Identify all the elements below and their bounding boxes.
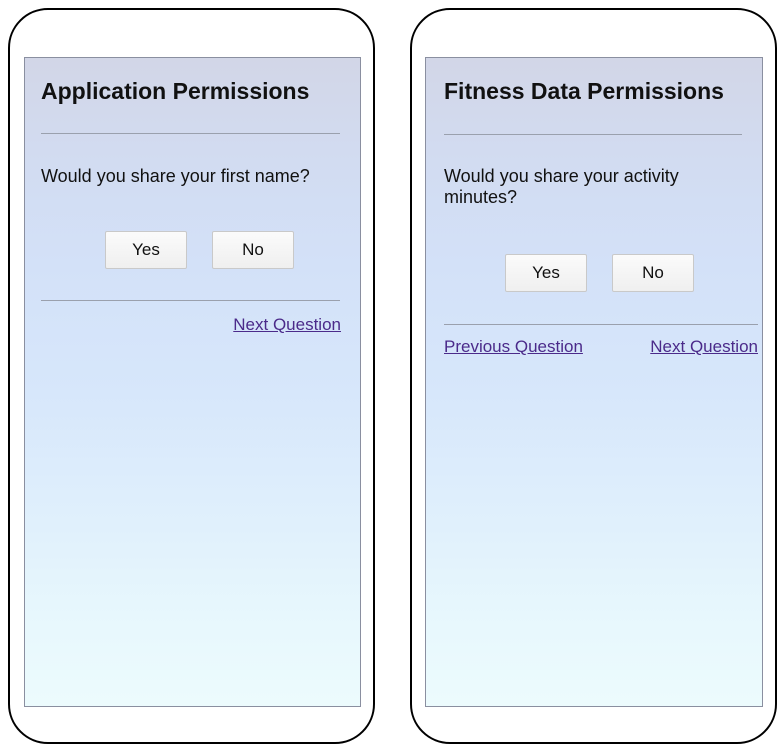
- page-title: Application Permissions: [41, 78, 310, 104]
- yes-button[interactable]: Yes: [105, 231, 187, 269]
- next-question-link[interactable]: Next Question: [650, 337, 758, 357]
- no-button[interactable]: No: [212, 231, 294, 269]
- divider-bottom: [41, 300, 340, 301]
- question-text: Would you share your activity minutes?: [444, 166, 679, 207]
- divider-bottom: [444, 324, 758, 325]
- divider-top: [41, 133, 340, 134]
- next-question-link[interactable]: Next Question: [233, 315, 341, 335]
- yes-button[interactable]: Yes: [505, 254, 587, 292]
- phone-frame-right: Fitness Data Permissions Would you share…: [410, 8, 777, 744]
- no-button[interactable]: No: [612, 254, 694, 292]
- page-title: Fitness Data Permissions: [444, 78, 724, 104]
- previous-question-link[interactable]: Previous Question: [444, 337, 583, 357]
- phone-frame-left: Application Permissions Would you share …: [8, 8, 375, 744]
- divider-top: [444, 134, 742, 135]
- permissions-screen-right: Fitness Data Permissions Would you share…: [425, 57, 763, 707]
- question-text: Would you share your first name?: [41, 166, 310, 186]
- permissions-screen-left: Application Permissions Would you share …: [24, 57, 361, 707]
